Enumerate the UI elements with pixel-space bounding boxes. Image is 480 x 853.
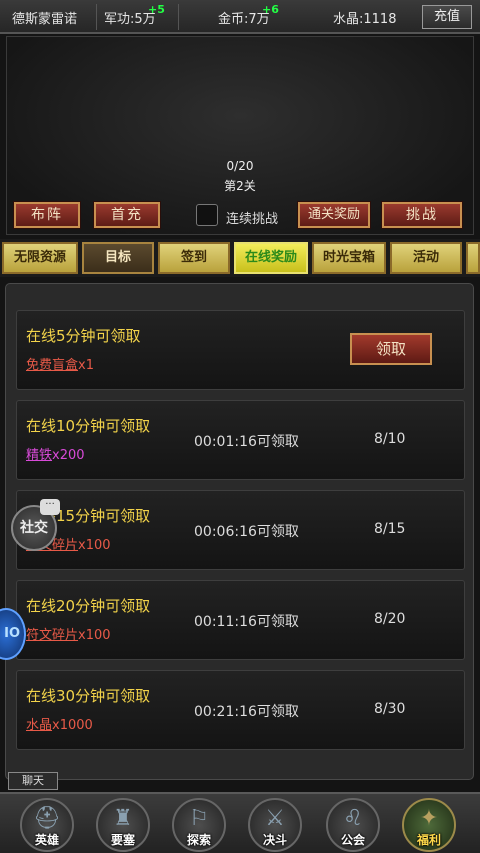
reward-item-name: 水晶: [26, 718, 53, 733]
lion-icon: ♌: [343, 806, 363, 831]
nav-welfare[interactable]: ✦ 福利: [402, 798, 456, 852]
tab-strip: 无限资源 目标 签到 在线奖励 时光宝箱 活动: [0, 239, 480, 277]
reward-row: 在线20分钟可领取 符文碎片x100 00:11:16可领取 8/20: [16, 580, 465, 660]
tab-overflow[interactable]: [466, 242, 480, 274]
tab-online-rewards[interactable]: 在线奖励: [234, 242, 308, 274]
reward-item-qty: x100: [78, 628, 111, 643]
crystal-display: 水晶:1118: [333, 8, 396, 27]
top-status-bar: 德斯蒙雷诺 军功:5万 +5 金币:7万 +6 水晶:1118 充值: [0, 0, 480, 34]
merit-label: 军功:: [104, 12, 135, 27]
tab-goals[interactable]: 目标: [82, 242, 154, 274]
reward-item-name: 符文碎片: [26, 628, 79, 643]
reward-timer: 00:01:16可领取: [194, 434, 299, 450]
crystal-label: 水晶:: [333, 12, 364, 27]
crystal-value: 1118: [363, 12, 397, 27]
reward-row: 在线30分钟可领取 水晶x1000 00:21:16可领取 8/30: [16, 670, 465, 750]
stage-label: 第2关: [224, 179, 256, 193]
nav-label: 公会: [340, 833, 365, 847]
reward-row: 在线5分钟可领取 免费盲盒x1 领取: [16, 310, 465, 390]
reward-item[interactable]: 水晶x1000: [26, 714, 93, 733]
formation-button[interactable]: 布阵: [14, 202, 80, 228]
reward-progress: 8/20: [374, 611, 406, 627]
tab-time-chest[interactable]: 时光宝箱: [312, 242, 386, 274]
chat-bubble-icon: ···: [40, 499, 60, 515]
reward-item[interactable]: 精铁x200: [26, 444, 85, 463]
divider: [178, 4, 179, 30]
gold-display: 金币:7万 +6: [218, 3, 279, 27]
nav-heroes[interactable]: ⛑ 英雄: [20, 798, 74, 852]
divider: [96, 4, 97, 30]
reward-progress: 8/30: [374, 701, 406, 717]
merit-display: 军功:5万 +5: [104, 3, 165, 27]
nav-label: 福利: [416, 833, 441, 847]
nav-label: 决斗: [262, 833, 287, 847]
nav-fortress[interactable]: ♜ 要塞: [96, 798, 150, 852]
reward-row: 在线15分钟可领取 符文碎片x100 00:06:16可领取 8/15: [16, 490, 465, 570]
tab-sign-in[interactable]: 签到: [158, 242, 230, 274]
reward-title: 在线30分钟可领取: [26, 687, 151, 705]
player-name: 德斯蒙雷诺: [12, 12, 78, 27]
reward-item[interactable]: 免费盲盒x1: [26, 354, 94, 373]
continuous-challenge-checkbox[interactable]: [196, 204, 218, 226]
reward-title: 在线5分钟可领取: [26, 327, 141, 345]
stage-progress: 0/20: [226, 159, 254, 173]
nav-duel[interactable]: ⚔ 决斗: [248, 798, 302, 852]
reward-item[interactable]: 符文碎片x100: [26, 624, 111, 643]
reward-item-qty: x200: [52, 448, 85, 463]
nav-label: 英雄: [34, 833, 59, 847]
reward-item-name: 精铁: [26, 448, 53, 463]
nav-explore[interactable]: ⚐ 探索: [172, 798, 226, 852]
nav-label: 要塞: [110, 833, 135, 847]
first-recharge-button[interactable]: 首充: [94, 202, 160, 228]
reward-timer: 00:21:16可领取: [194, 704, 299, 720]
reward-item-qty: x1: [78, 358, 94, 373]
map-icon: ⚐: [189, 806, 209, 831]
reward-row: 在线10分钟可领取 精铁x200 00:01:16可领取 8/10: [16, 400, 465, 480]
claim-button[interactable]: 领取: [350, 333, 432, 365]
clear-reward-button[interactable]: 通关奖励: [298, 202, 370, 228]
gold-label: 金币:: [218, 12, 249, 27]
reward-item-qty: x1000: [52, 718, 93, 733]
chat-button[interactable]: 聊天: [8, 772, 58, 790]
reward-progress: 8/10: [374, 431, 406, 447]
fortress-icon: ♜: [113, 806, 133, 831]
nav-label: 探索: [186, 833, 211, 847]
merit-plus: +5: [148, 3, 165, 16]
reward-item-name: 免费盲盒: [26, 358, 79, 373]
tab-unlimited-resources[interactable]: 无限资源: [2, 242, 78, 274]
gift-icon: ✦: [419, 806, 439, 831]
reward-title: 在线10分钟可领取: [26, 417, 151, 435]
continuous-challenge-label: 连续挑战: [226, 212, 279, 227]
tab-events[interactable]: 活动: [390, 242, 462, 274]
recharge-button[interactable]: 充值: [422, 5, 472, 29]
challenge-button[interactable]: 挑战: [382, 202, 462, 228]
reward-timer: 00:11:16可领取: [194, 614, 299, 630]
helmet-icon: ⛑: [33, 806, 61, 831]
gold-plus: +6: [262, 3, 279, 16]
reward-item-qty: x100: [78, 538, 111, 553]
nav-guild[interactable]: ♌ 公会: [326, 798, 380, 852]
reward-title: 在线20分钟可领取: [26, 597, 151, 615]
bottom-nav: ⛑ 英雄 ♜ 要塞 ⚐ 探索 ⚔ 决斗 ♌ 公会 ✦ 福利: [0, 792, 480, 853]
crossed-swords-icon: ⚔: [265, 806, 285, 831]
reward-progress: 8/15: [374, 521, 406, 537]
reward-timer: 00:06:16可领取: [194, 524, 299, 540]
online-rewards-panel: 在线5分钟可领取 免费盲盒x1 领取 在线10分钟可领取 精铁x200 00:0…: [5, 283, 474, 780]
